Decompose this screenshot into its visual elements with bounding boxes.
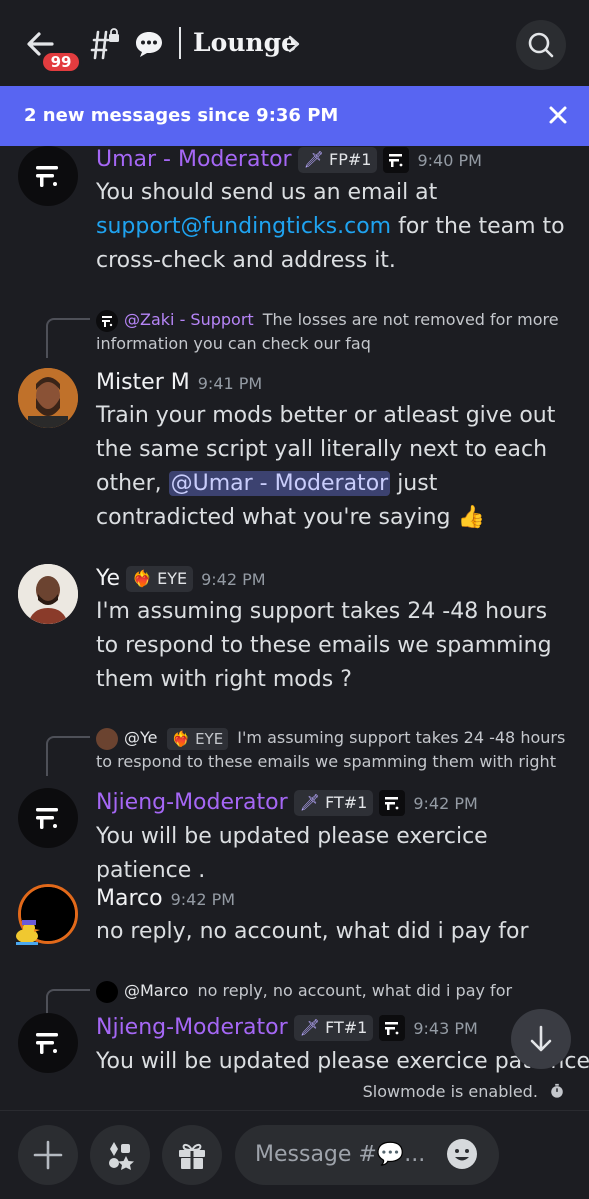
timestamp: 9:43 PM <box>413 1018 478 1038</box>
message-text: no reply, no account, what did i pay for <box>96 919 529 944</box>
server-logo-icon <box>383 147 410 173</box>
add-attachment-button[interactable] <box>18 1125 78 1185</box>
thumbs-up-emoji: 👍 <box>457 505 485 530</box>
user-avatar-illustration <box>18 368 78 428</box>
fire-heart-icon: ❤‍🔥 <box>132 569 152 588</box>
slowmode-text: Slowmode is enabled. <box>362 1082 538 1101</box>
fundingticks-logo-icon <box>36 808 58 829</box>
message-text-part: You should send us an email at <box>96 180 438 205</box>
gift-button[interactable] <box>162 1125 222 1185</box>
author-name[interactable]: Njieng-Moderator 🗡 FT#1 9:43 PM <box>96 1015 478 1041</box>
stopwatch-icon <box>551 1083 563 1098</box>
user-mention[interactable]: @Umar - Moderator <box>168 471 391 496</box>
close-icon[interactable] <box>547 104 569 126</box>
slowmode-notice: Slowmode is enabled. <box>363 1082 565 1101</box>
author-name-text: Njieng-Moderator <box>96 1015 288 1040</box>
new-messages-bar[interactable]: 2 new messages since 9:36 PM <box>0 86 589 146</box>
reply-author: @Zaki - Support <box>124 310 254 329</box>
search-button[interactable] <box>516 20 566 70</box>
timestamp: 9:40 PM <box>417 150 482 170</box>
role-tag[interactable]: 🗡 FT#1 <box>293 1015 374 1041</box>
email-link[interactable]: support@fundingticks.com <box>96 214 391 239</box>
avatar[interactable] <box>18 1013 78 1073</box>
reply-preview[interactable]: @Zaki - Support The losses are not remov… <box>96 308 566 356</box>
role-tag-text: EYE <box>157 569 188 588</box>
server-logo-icon <box>379 1015 406 1041</box>
sword-icon: 🗡 <box>299 793 320 812</box>
message-text: I'm assuming support takes 24 -48 hours … <box>96 599 552 692</box>
author-name[interactable]: Umar - Moderator 🗡 FP#1 9:40 PM <box>96 147 482 173</box>
fundingticks-logo-icon <box>36 1033 58 1054</box>
author-name[interactable]: Njieng-Moderator 🗡 FT#1 9:42 PM <box>96 790 478 816</box>
reply-avatar <box>96 980 118 1003</box>
role-tag[interactable]: 🗡 FP#1 <box>297 147 378 173</box>
message-text: You will be updated please exercice pati… <box>96 1049 589 1074</box>
unread-badge: 99 <box>40 50 82 74</box>
role-tag-text: FP#1 <box>329 150 372 169</box>
reply-role-tag-text: EYE <box>195 729 224 748</box>
message-text: You should send us an email at support@f… <box>96 176 576 278</box>
header-divider <box>179 27 181 59</box>
reply-avatar <box>96 727 118 750</box>
reply-avatar <box>96 309 118 332</box>
author-name[interactable]: Marco 9:42 PM <box>96 886 235 911</box>
timestamp: 9:42 PM <box>201 569 266 589</box>
chevron-right-icon[interactable] <box>287 35 301 53</box>
timestamp: 9:42 PM <box>413 793 478 813</box>
arrow-down-icon <box>530 1025 552 1052</box>
speech-bubble-icon <box>136 32 162 57</box>
channel-header: 99 Lounge <box>0 0 589 86</box>
avatar[interactable] <box>18 146 78 206</box>
avatar[interactable] <box>18 564 78 624</box>
gift-icon <box>179 1143 205 1169</box>
search-icon <box>528 32 554 58</box>
message-input[interactable]: Message #💬... <box>235 1125 499 1185</box>
role-tag[interactable]: ❤‍🔥 EYE <box>126 566 194 592</box>
reply-author: @Marco <box>124 981 189 1000</box>
role-tag-text: FT#1 <box>325 793 368 812</box>
reply-preview[interactable]: @Marco no reply, no account, what did i … <box>96 979 566 1003</box>
server-logo-icon <box>379 790 406 816</box>
reply-text: no reply, no account, what did i pay for <box>197 981 513 1000</box>
avatar[interactable] <box>18 788 78 848</box>
message-text: Train your mods better or atleast give o… <box>96 399 576 535</box>
sword-icon: 🗡 <box>299 1018 320 1037</box>
author-name-text: Mister M <box>96 370 190 395</box>
avatar[interactable] <box>18 368 78 428</box>
emoji-icon[interactable] <box>445 1137 479 1171</box>
reply-connector <box>46 736 90 776</box>
user-avatar-illustration <box>18 564 78 624</box>
reply-author: @Ye <box>124 728 158 747</box>
author-name-text: Ye <box>96 566 121 591</box>
role-tag-text: FT#1 <box>325 1018 368 1037</box>
author-name-text: Marco <box>96 886 163 911</box>
reply-preview[interactable]: @Ye ❤‍🔥 EYE I'm assuming support takes 2… <box>96 726 566 774</box>
sword-icon: 🗡 <box>303 150 324 169</box>
timestamp: 9:42 PM <box>170 889 236 909</box>
message-text: You will be updated please exercice pati… <box>96 824 488 883</box>
reply-role-tag: ❤‍🔥 EYE <box>166 727 229 750</box>
jump-to-bottom-button[interactable] <box>511 1009 571 1069</box>
message-input-placeholder: Message #💬... <box>255 1142 426 1167</box>
fundingticks-logo-icon <box>36 166 58 187</box>
new-messages-text: 2 new messages since 9:36 PM <box>24 105 339 126</box>
plus-icon <box>33 1140 63 1170</box>
author-name[interactable]: Mister M 9:41 PM <box>96 370 262 395</box>
fire-heart-icon: ❤‍🔥 <box>171 729 191 748</box>
timestamp: 9:41 PM <box>197 373 263 393</box>
duck-icon <box>16 920 40 945</box>
author-name[interactable]: Ye ❤‍🔥 EYE 9:42 PM <box>96 566 266 592</box>
reply-connector <box>46 318 90 358</box>
role-tag[interactable]: 🗡 FT#1 <box>293 790 374 816</box>
apps-icon <box>109 1142 134 1170</box>
channel-title[interactable]: Lounge <box>193 28 297 57</box>
apps-button[interactable] <box>90 1125 150 1185</box>
author-name-text: Umar - Moderator <box>96 147 292 172</box>
author-name-text: Njieng-Moderator <box>96 790 288 815</box>
hash-lock-icon <box>90 28 119 60</box>
composer-bar: Message #💬... <box>0 1110 589 1199</box>
